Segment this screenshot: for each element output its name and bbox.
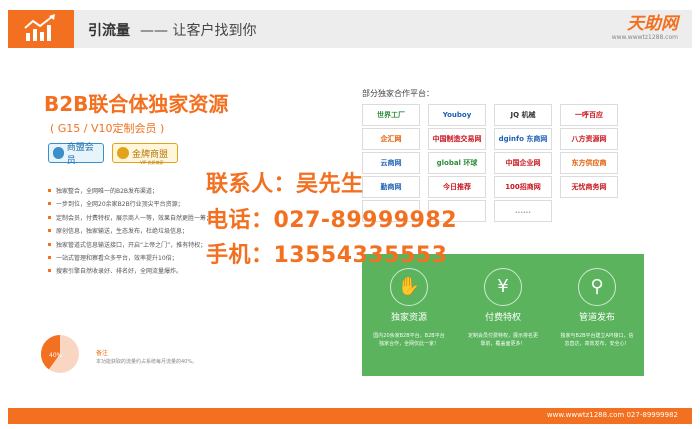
footer-bar: www.wwwtz1288.com 027-89999982 xyxy=(8,408,692,424)
headline: B2B联合体独家资源 xyxy=(44,92,229,116)
shangmeng-member-badge: 商盟会员 xyxy=(48,143,104,166)
slide: 引流量 —— 让客户找到你 天助网 www.wwwtz1288.com B2B联… xyxy=(0,0,700,429)
partner-logo: 东方供应商 xyxy=(560,152,618,174)
traffic-pie: 40% xyxy=(40,334,80,374)
badge-subtitle: VIP·优质商家 xyxy=(140,160,164,165)
feature-card-resources: ✋ 独家资源 国内20余家B2B平台，B2B平台独家合作，全网仅此一家！ xyxy=(362,254,456,376)
v-medal-icon xyxy=(117,147,129,159)
header-bar: 引流量 —— 让客户找到你 天助网 www.wwwtz1288.com xyxy=(8,10,692,48)
faucet-icon: ⚲ xyxy=(578,268,616,306)
contact-person: 联系人：吴先生 xyxy=(206,172,364,197)
partner-logo: JQ 机械 xyxy=(494,104,552,126)
partner-logo: 八方资源网 xyxy=(560,128,618,150)
card-desc: 定制会员付费特权，展示排名更靠前，覆盖面更多！ xyxy=(467,333,538,347)
badge-label: 商盟会员 xyxy=(66,143,94,166)
partner-logo: 中国企业网 xyxy=(494,152,552,174)
partner-logo: Youboy xyxy=(428,104,486,126)
contact-mobile[interactable]: 手机：13554335553 xyxy=(206,237,447,269)
pie-note-text: 本功能获取的流量约占系统每月流量的40%。 xyxy=(96,359,198,365)
card-desc: 国内20余家B2B平台，B2B平台独家合作，全网仅此一家！ xyxy=(373,333,445,347)
partner-logo: global 环球 xyxy=(428,152,486,174)
card-title: 管道发布 xyxy=(578,313,615,323)
logo-name: 天助网 xyxy=(627,14,678,34)
badge-label: 金牌商盟 xyxy=(132,149,169,160)
partner-logo: 今日推荐 xyxy=(428,176,486,198)
partner-logo: ...... xyxy=(494,200,552,222)
partner-logo: 100招商网 xyxy=(494,176,552,198)
partner-logo: dginfo 东商网 xyxy=(494,128,552,150)
card-title: 独家资源 xyxy=(390,313,427,323)
page-title: 引流量 xyxy=(88,23,130,39)
pie-label: 40% xyxy=(49,352,63,359)
partner-logo: 世界工厂 xyxy=(362,104,420,126)
member-type: ( G15 / V10定制会员 ) xyxy=(50,122,165,135)
pie-note-title: 备注 xyxy=(96,350,109,357)
chart-icon xyxy=(8,10,74,48)
yen-icon: ¥ xyxy=(484,268,522,306)
u-shield-icon xyxy=(53,147,64,159)
partner-logo: 企汇网 xyxy=(362,128,420,150)
card-desc: 独家与B2B平台建立API接口，信息直达，高效发布，安全心！ xyxy=(560,333,634,347)
partners-title: 部分独家合作平台： xyxy=(362,89,434,98)
card-title: 付费特权 xyxy=(484,313,521,323)
logo-url: www.wwwtz1288.com xyxy=(611,34,678,41)
footer-text: www.wwwtz1288.com 027-89999982 xyxy=(546,411,678,419)
handshake-icon: ✋ xyxy=(390,268,428,306)
partner-logo: 无忧商务网 xyxy=(560,176,618,198)
partner-logo: 一呼百应 xyxy=(560,104,618,126)
partner-logo: 勤商网 xyxy=(362,176,420,198)
partner-logo: 云商网 xyxy=(362,152,420,174)
feature-card-paid: ¥ 付费特权 定制会员付费特权，展示排名更靠前，覆盖面更多！ xyxy=(456,254,550,376)
brand-logo: 天助网 www.wwwtz1288.com xyxy=(612,14,678,42)
feature-card-pipeline: ⚲ 管道发布 独家与B2B平台建立API接口，信息直达，高效发布，安全心！ xyxy=(550,254,644,376)
contact-phone[interactable]: 电话：027-89999982 xyxy=(206,202,457,234)
page-subtitle: —— 让客户找到你 xyxy=(140,23,257,39)
partner-logo: 中国制造交易网 xyxy=(428,128,486,150)
